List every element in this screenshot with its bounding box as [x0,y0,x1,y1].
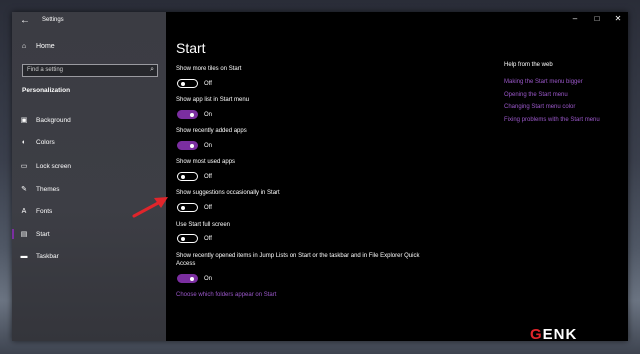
toggle-knob [181,174,185,179]
toggle-state: Off [204,173,212,180]
setting-label: Show most used apps [176,159,236,165]
toggle-row: Off [177,79,212,88]
toggle-switch[interactable] [177,274,198,283]
back-arrow-icon[interactable]: ← [20,15,30,26]
toggle-row: Off [177,234,212,243]
font-icon: A [21,208,27,215]
toggle-switch[interactable] [177,79,198,88]
help-link[interactable]: Making the Start menu bigger [504,79,583,85]
search-input[interactable]: Find a setting ⌕ [22,64,158,77]
toggle-state: Off [204,204,212,211]
toggle-switch[interactable] [177,203,198,212]
help-title: Help from the web [504,62,553,68]
sidebar-item-label: Taskbar [36,253,59,260]
help-link[interactable]: Fixing problems with the Start menu [504,117,600,123]
toggle-switch[interactable] [177,110,198,119]
toggle-knob [190,276,194,281]
toggle-row: Off [177,203,212,212]
palette-icon: ◐ [21,139,27,146]
sidebar-item-colors[interactable]: ◐ Colors [20,139,55,146]
toggle-switch[interactable] [177,234,198,243]
toggle-knob [190,143,194,148]
page-title: Start [176,40,206,56]
sidebar-item-label: Themes [36,185,60,193]
toggle-knob [181,205,185,210]
toggle-switch[interactable] [177,141,198,150]
sidebar-item-fonts[interactable]: A Fonts [20,208,53,215]
sidebar-item-label: Start [36,230,50,238]
setting-label: Show recently added apps [176,128,247,134]
sidebar-item-label: Lock screen [36,162,72,170]
taskbar-icon: ▬ [20,253,28,260]
toggle-state: On [204,111,213,118]
home-icon: ⌂ [21,43,27,50]
toggle-state: On [204,142,213,149]
toggle-state: On [204,275,213,282]
setting-label: Show more tiles on Start [176,66,242,72]
sidebar: ⌂ Home Find a setting ⌕ Personalization … [12,12,166,341]
help-link[interactable]: Opening the Start menu [504,92,568,98]
sidebar-item-taskbar[interactable]: ▬ Taskbar [20,253,59,260]
sidebar-item-label: Background [36,116,71,124]
toggle-knob [190,112,194,117]
toggle-knob [181,236,185,241]
toggle-row: On [177,110,212,119]
search-placeholder: Find a setting [27,67,64,73]
lock-screen-icon: ▭ [20,163,28,170]
home-label: Home [36,43,55,50]
settings-window: ⌂ Home Find a setting ⌕ Personalization … [12,12,628,341]
setting-label: Use Start full screen [176,222,231,228]
toggle-switch[interactable] [177,172,198,181]
sidebar-item-start[interactable]: ▤ Start [12,229,50,239]
setting-label: Show app list in Start menu [176,97,250,103]
toggle-state: Off [204,235,212,242]
sidebar-item-lock-screen[interactable]: ▭ Lock screen [20,162,72,171]
sidebar-item-label: Colors [36,139,55,146]
section-label: Personalization [22,87,71,94]
setting-label: Show suggestions occasionally in Start [176,190,280,196]
sidebar-item-label: Fonts [36,208,53,215]
window-title: Settings [42,17,64,23]
toggle-row: On [177,141,212,150]
setting-label: Show recently opened items in Jump Lists… [176,253,420,267]
picture-icon: ▣ [20,117,28,124]
start-icon: ▤ [20,231,28,238]
toggle-knob [181,81,185,86]
main-content: Start Show more tiles on Start Off Show … [166,12,628,341]
toggle-row: Off [177,172,212,181]
sidebar-item-themes[interactable]: ✎ Themes [20,185,60,194]
brush-icon: ✎ [21,186,27,193]
watermark-logo: GENK [530,326,578,343]
toggle-row: On [177,274,212,283]
red-arrow-annotation [132,197,168,218]
home-nav-item[interactable]: ⌂ Home [20,43,55,50]
help-link[interactable]: Changing Start menu color [504,104,575,110]
toggle-state: Off [204,80,212,87]
search-icon[interactable]: ⌕ [150,66,154,74]
sidebar-item-background[interactable]: ▣ Background [20,116,71,125]
folders-link[interactable]: Choose which folders appear on Start [176,292,276,298]
